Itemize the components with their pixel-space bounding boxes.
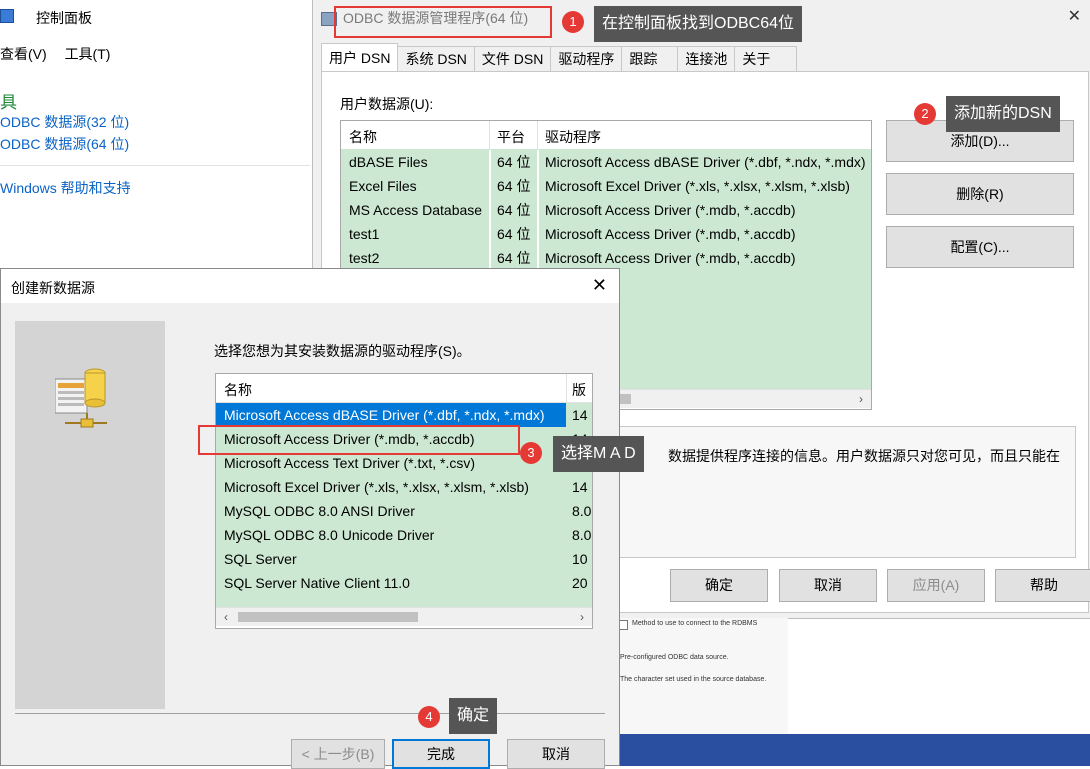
apply-button[interactable]: 应用(A) <box>887 569 985 602</box>
table-row[interactable]: test2 64 位 Microsoft Access Driver (*.mdb,… <box>341 246 871 270</box>
chevron-left-icon[interactable]: ‹ <box>218 608 234 626</box>
horizontal-scrollbar[interactable]: ‹ › <box>216 607 592 626</box>
tab-strip: 用户 DSN 系统 DSN 文件 DSN 驱动程序 跟踪 连接池 关于 <box>321 43 798 72</box>
annotation-box-3 <box>198 425 520 455</box>
section-heading: 具 <box>0 93 17 112</box>
list-item-selected[interactable]: Microsoft Access dBASE Driver (*.dbf, *.… <box>216 403 566 427</box>
table-row[interactable]: MS Access Database 64 位 Microsoft Access D… <box>341 198 871 222</box>
col-version[interactable]: 版 <box>572 380 586 400</box>
list-item[interactable]: MySQL ODBC 8.0 Unicode Driver 8.0 <box>216 523 592 547</box>
windows-help-link[interactable]: Windows 帮助和支持 <box>0 178 131 198</box>
tab-user-dsn[interactable]: 用户 DSN <box>321 43 399 71</box>
fragment-text: Method to use to connect to the RDBMS <box>632 620 758 627</box>
cancel-button[interactable]: 取消 <box>507 739 605 769</box>
close-icon[interactable]: ✕ <box>592 275 607 296</box>
dialog-title: 创建新数据源 <box>11 280 95 296</box>
annotation-badge-2: 2 <box>914 103 936 125</box>
list-item[interactable]: MySQL ODBC 8.0 ANSI Driver 8.0 <box>216 499 592 523</box>
list-item[interactable]: SQL Server Native Client 11.0 20 <box>216 571 592 595</box>
menu-view[interactable]: 查看(V) <box>0 46 47 62</box>
cancel-button[interactable]: 取消 <box>779 569 877 602</box>
create-new-datasource-dialog: 创建新数据源 ✕ 选择您想为其安装数据源的驱动程序(S)。 名称 版 Micro… <box>0 268 620 769</box>
control-panel-menubar: 查看(V) 工具(T) <box>0 44 124 64</box>
annotation-callout-3: 选择M A D <box>553 436 644 472</box>
wizard-side-panel <box>15 321 165 709</box>
control-panel-icon <box>0 9 14 23</box>
col-name[interactable]: 名称 <box>349 127 377 147</box>
table-row[interactable]: test1 64 位 Microsoft Access Driver (*.mdb,… <box>341 222 871 246</box>
control-panel-titlebar: 控制面板 <box>0 0 320 34</box>
driver-list[interactable]: 名称 版 Microsoft Access dBASE Driver (*.db… <box>215 373 593 629</box>
annotation-callout-1: 在控制面板找到ODBC64位 <box>594 6 803 42</box>
annotation-callout-4: 确定 <box>449 698 498 734</box>
driver-prompt: 选择您想为其安装数据源的驱动程序(S)。 <box>214 343 471 359</box>
finish-button[interactable]: 完成 <box>392 739 490 769</box>
odbc-32-link[interactable]: ODBC 数据源(32 位) <box>0 112 129 132</box>
list-header: 名称 版 <box>216 374 592 403</box>
col-platform[interactable]: 平台 <box>497 127 525 147</box>
background-blue-bar <box>612 734 1090 766</box>
tab-file-dsn[interactable]: 文件 DSN <box>473 46 552 71</box>
chevron-right-icon[interactable]: › <box>853 390 869 408</box>
tab-tracing[interactable]: 跟踪 <box>621 46 679 71</box>
help-button[interactable]: 帮助 <box>995 569 1090 602</box>
list-header: 名称 平台 驱动程序 <box>341 121 871 150</box>
tab-drivers[interactable]: 驱动程序 <box>550 46 623 71</box>
fragment-text: The character set used in the source dat… <box>620 676 767 683</box>
annotation-badge-3: 3 <box>520 442 542 464</box>
user-ds-label: 用户数据源(U): <box>340 96 434 112</box>
annotation-badge-4: 4 <box>418 706 440 728</box>
annotation-badge-1: 1 <box>562 11 584 33</box>
menu-tools[interactable]: 工具(T) <box>65 46 111 62</box>
col-name[interactable]: 名称 <box>224 380 252 400</box>
list-item[interactable]: SQL Server 10 <box>216 547 592 571</box>
remove-button[interactable]: 删除(R) <box>886 173 1074 215</box>
background-config-panel: Method to use to connect to the RDBMS Pr… <box>612 618 788 738</box>
table-row[interactable]: Excel Files 64 位 Microsoft Excel Driver (*… <box>341 174 871 198</box>
back-button[interactable]: < 上一步(B) <box>291 739 385 769</box>
close-icon[interactable]: ✕ <box>1068 6 1081 26</box>
annotation-box-1 <box>334 6 552 38</box>
info-text: 数据提供程序连接的信息。用户数据源只对您可见，而且只能在 <box>668 448 1060 464</box>
datasource-icon <box>55 368 107 428</box>
tab-connection-pooling[interactable]: 连接池 <box>677 46 736 71</box>
list-item[interactable]: Microsoft Excel Driver (*.xls, *.xlsx, *… <box>216 475 592 499</box>
fragment-text: Pre-configured ODBC data source. <box>620 654 729 661</box>
ok-button[interactable]: 确定 <box>670 569 768 602</box>
odbc-64-link[interactable]: ODBC 数据源(64 位) <box>0 134 129 154</box>
col-driver[interactable]: 驱动程序 <box>545 127 601 147</box>
annotation-callout-2: 添加新的DSN <box>946 96 1060 132</box>
breadcrumb: 控制面板 <box>36 10 92 26</box>
chevron-right-icon[interactable]: › <box>574 608 590 626</box>
divider <box>0 165 310 166</box>
tab-about[interactable]: 关于 <box>734 46 798 71</box>
configure-button[interactable]: 配置(C)... <box>886 226 1074 268</box>
dialog-titlebar: 创建新数据源 ✕ <box>1 269 619 303</box>
dialog-divider <box>15 713 605 714</box>
tab-system-dsn[interactable]: 系统 DSN <box>397 46 475 71</box>
table-row[interactable]: dBASE Files 64 位 Microsoft Access dBASE Dr… <box>341 150 871 174</box>
